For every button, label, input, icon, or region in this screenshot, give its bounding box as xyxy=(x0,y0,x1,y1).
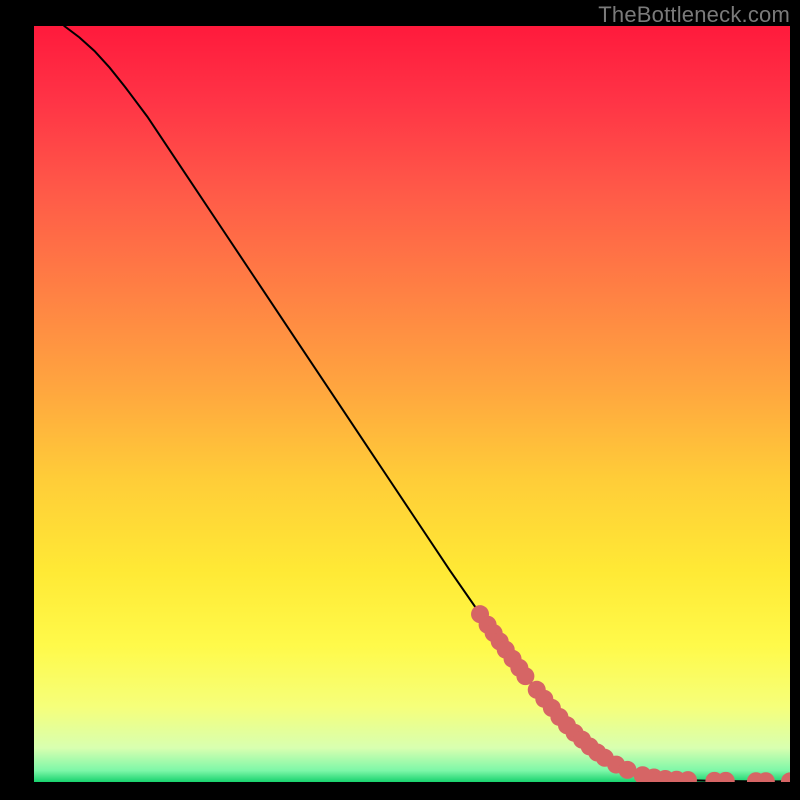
gradient-background xyxy=(34,26,790,782)
chart-frame: TheBottleneck.com xyxy=(0,0,800,800)
chart-svg xyxy=(34,26,790,782)
watermark-text: TheBottleneck.com xyxy=(598,2,790,28)
chart-plot-area xyxy=(34,26,790,782)
